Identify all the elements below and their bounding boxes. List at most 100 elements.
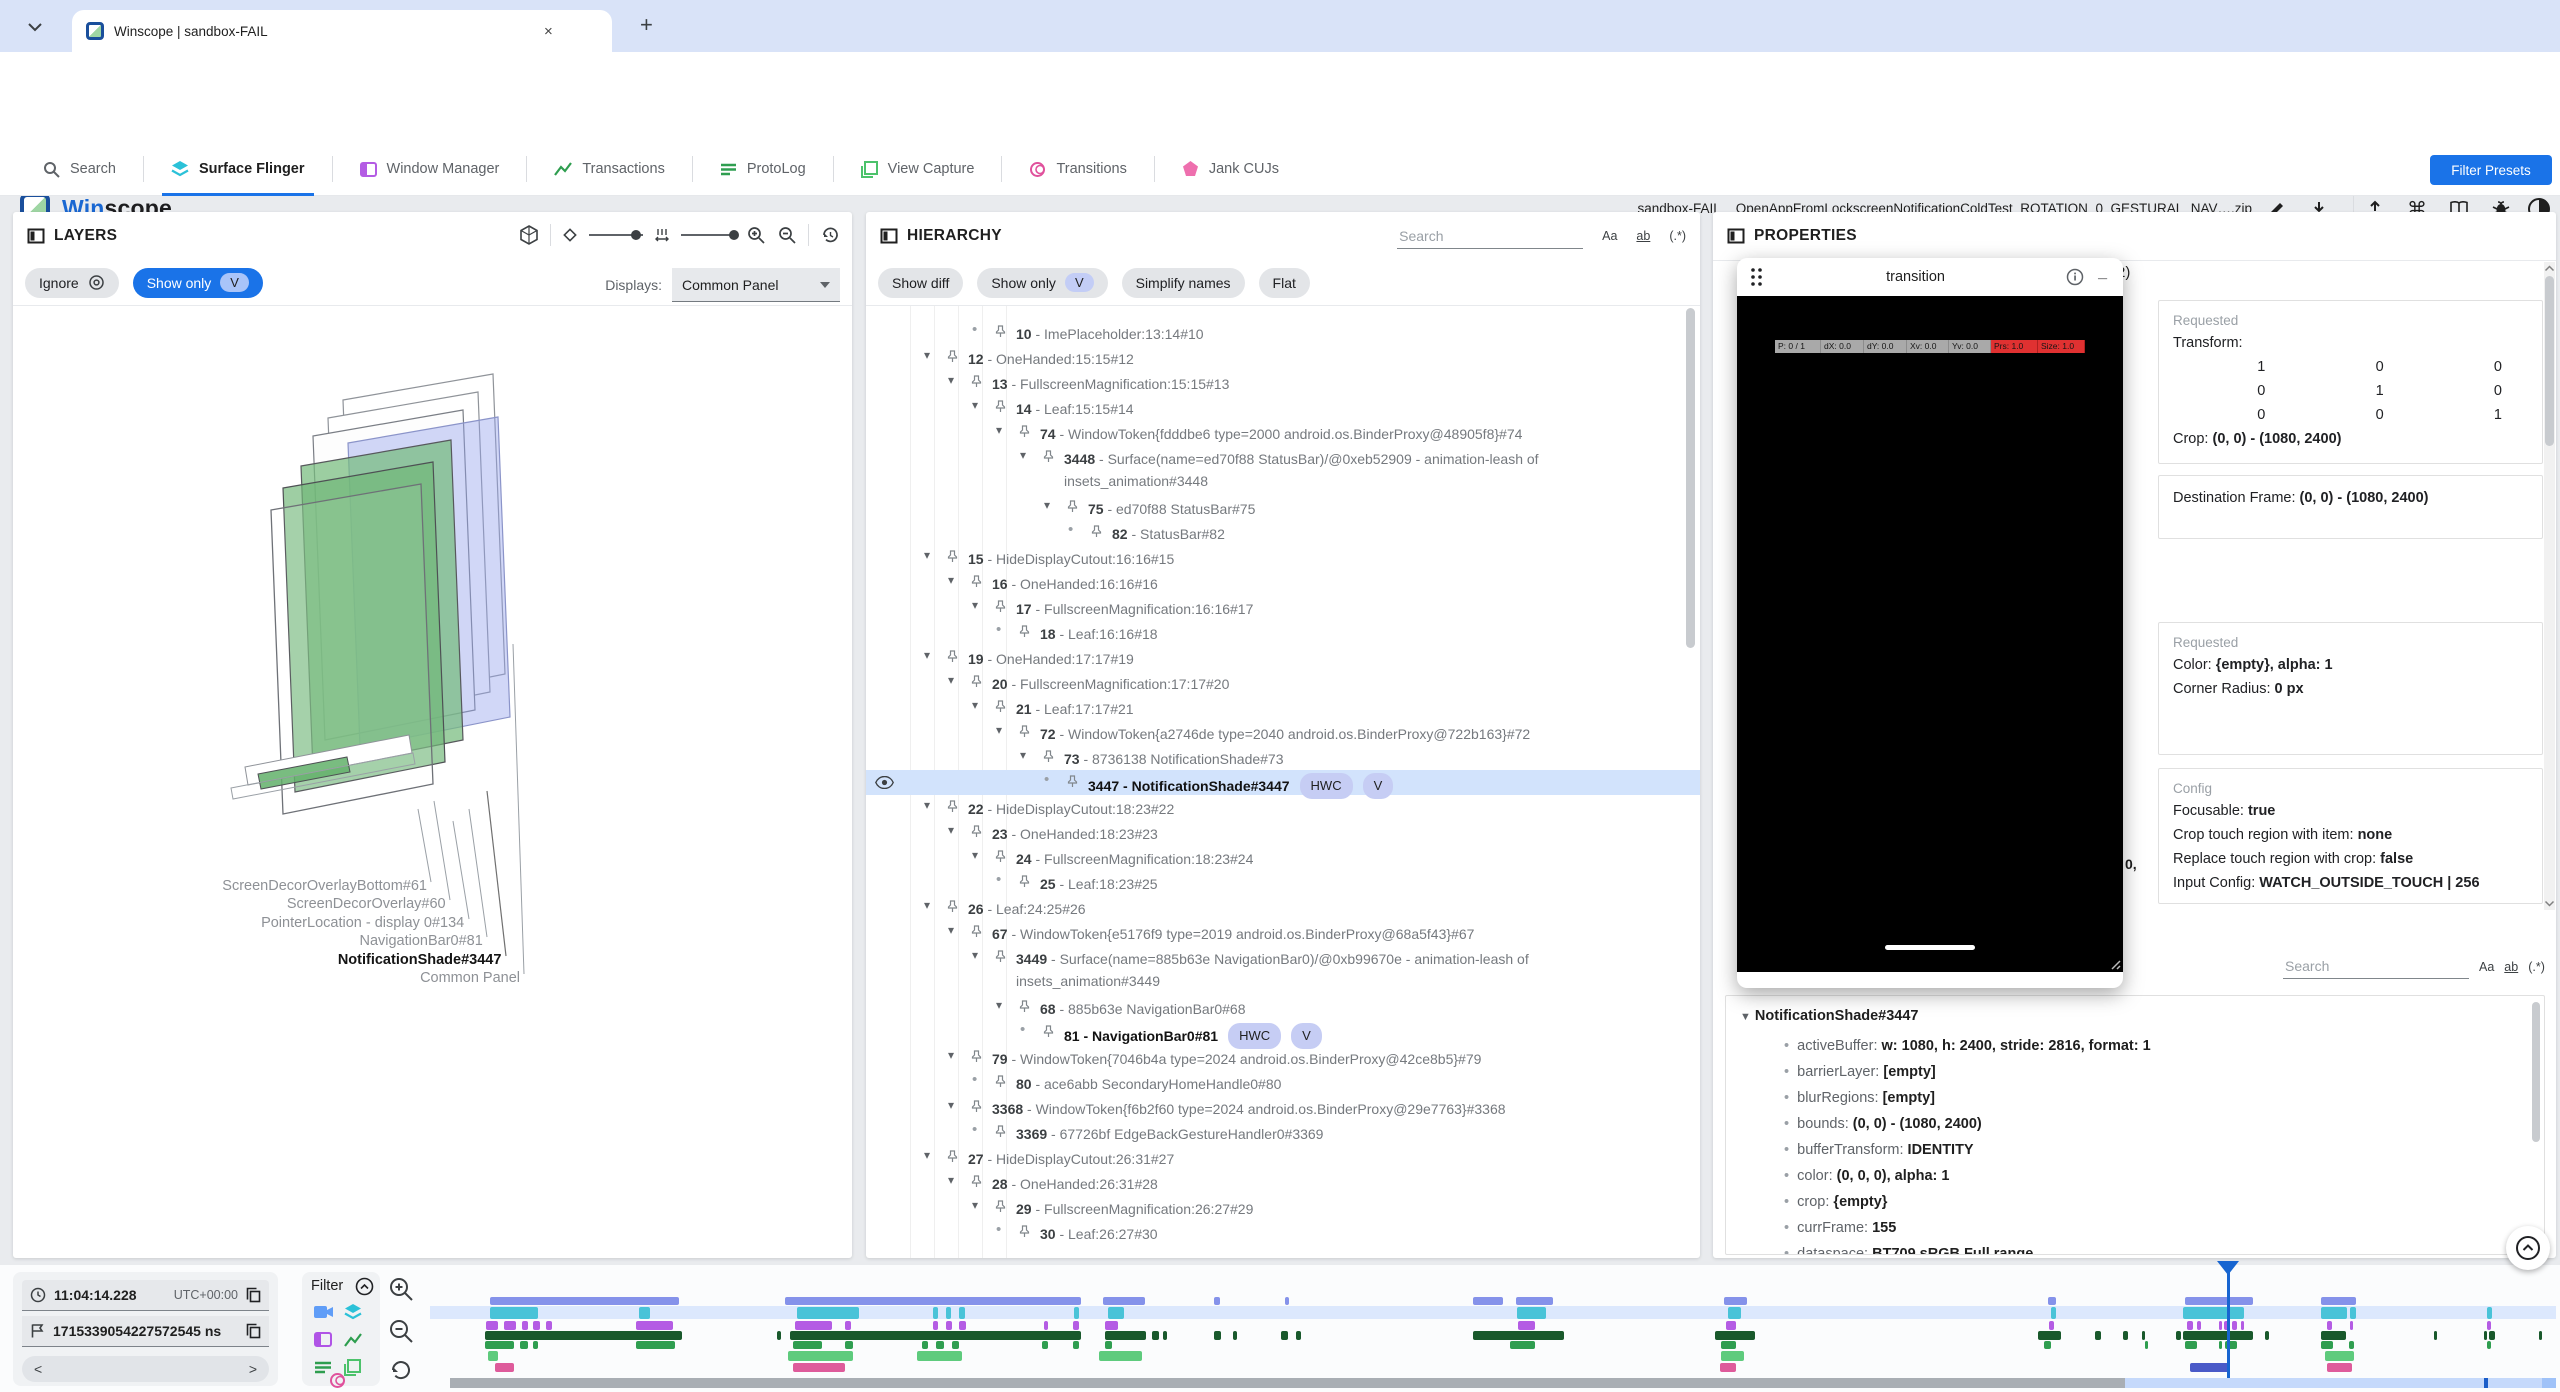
- 3d-view-icon[interactable]: [519, 225, 539, 245]
- info-icon[interactable]: [2066, 268, 2084, 286]
- tree-row-75[interactable]: ▾75 - ed70f88 StatusBar#75: [866, 495, 1700, 520]
- expand-arrow-icon[interactable]: ▾: [972, 1198, 978, 1212]
- tree-row-81[interactable]: •81 - NavigationBar0#81HWCV: [866, 1020, 1700, 1045]
- property-row-bufferTransform[interactable]: • bufferTransform: IDENTITY: [1784, 1142, 1974, 1158]
- tree-row-10[interactable]: •10 - ImePlaceholder:13:14#10: [866, 320, 1700, 345]
- expand-arrow-icon[interactable]: ▾: [996, 998, 1002, 1012]
- tree-row-14[interactable]: ▾14 - Leaf:15:15#14: [866, 395, 1700, 420]
- tree-row-3368[interactable]: ▾3368 - WindowToken{f6b2f60 type=2024 an…: [866, 1095, 1700, 1120]
- expand-arrow-icon[interactable]: ▾: [924, 798, 930, 812]
- tree-row-28[interactable]: ▾28 - OneHanded:26:31#28: [866, 1170, 1700, 1195]
- expand-arrow-icon[interactable]: ▾: [948, 573, 954, 587]
- tree-row-68[interactable]: ▾68 - 885b63e NavigationBar0#68: [866, 995, 1700, 1020]
- expand-arrow-icon[interactable]: ▾: [924, 548, 930, 562]
- chip-show-diff[interactable]: Show diff: [878, 268, 963, 298]
- tab-jank-cujs[interactable]: Jank CUJs: [1155, 142, 1306, 196]
- property-row-activeBuffer[interactable]: • activeBuffer: w: 1080, h: 2400, stride…: [1784, 1038, 2151, 1054]
- tab-search-button[interactable]: [18, 12, 52, 42]
- copy-icon[interactable]: [246, 1323, 261, 1339]
- expand-arrow-icon[interactable]: ▾: [1020, 448, 1026, 462]
- tree-row-26[interactable]: ▾26 - Leaf:24:25#26: [866, 895, 1700, 920]
- hierarchy-scrollbar[interactable]: [1686, 308, 1695, 648]
- expand-arrow-icon[interactable]: ▾: [924, 648, 930, 662]
- view-capture-track-icon[interactable]: [344, 1359, 361, 1376]
- tree-row-27[interactable]: ▾27 - HideDisplayCutout:26:31#27: [866, 1145, 1700, 1170]
- property-row-currFrame[interactable]: • currFrame: 155: [1784, 1220, 1896, 1236]
- tree-row-3369[interactable]: •3369 - 67726bf EdgeBackGestureHandler0#…: [866, 1120, 1700, 1145]
- filter-collapse-icon[interactable]: [355, 1277, 374, 1296]
- expand-arrow-icon[interactable]: ▾: [924, 1148, 930, 1162]
- property-row-blurRegions[interactable]: • blurRegions: [empty]: [1784, 1090, 1935, 1106]
- property-row-bounds[interactable]: • bounds: (0, 0) - (1080, 2400): [1784, 1116, 1982, 1132]
- reset-view-icon[interactable]: [820, 225, 840, 245]
- match-case-icon[interactable]: Aa: [1602, 229, 1617, 243]
- tree-row-20[interactable]: ▾20 - FullscreenMagnification:17:17#20: [866, 670, 1700, 695]
- timeline-zoom-in-icon[interactable]: [388, 1276, 414, 1302]
- layers-3d-canvas[interactable]: [13, 312, 852, 1258]
- tab-close-icon[interactable]: ×: [544, 23, 553, 40]
- transitions-track-icon[interactable]: [329, 1372, 346, 1389]
- tree-row-12[interactable]: ▾12 - OneHanded:15:15#12: [866, 345, 1700, 370]
- regex-icon[interactable]: (.*): [1669, 229, 1686, 243]
- tab-search[interactable]: Search: [16, 142, 143, 196]
- property-row-color[interactable]: • color: (0, 0, 0), alpha: 1: [1784, 1168, 1949, 1184]
- panel-collapse-icon[interactable]: [1727, 227, 1745, 245]
- expand-arrow-icon[interactable]: ▾: [972, 848, 978, 862]
- timeline-zoom-out-icon[interactable]: [388, 1318, 414, 1344]
- tree-row-67[interactable]: ▾67 - WindowToken{e5176f9 type=2019 andr…: [866, 920, 1700, 945]
- tree-row-17[interactable]: ▾17 - FullscreenMagnification:16:16#17: [866, 595, 1700, 620]
- expand-arrow-icon[interactable]: ▾: [948, 373, 954, 387]
- copy-icon[interactable]: [246, 1287, 261, 1303]
- tree-row-3447[interactable]: •3447 - NotificationShade#3447HWCV: [866, 770, 1700, 795]
- match-word-icon[interactable]: ab: [1636, 229, 1650, 243]
- chip-show-only[interactable]: Show onlyV: [977, 268, 1107, 298]
- screen-recording-track-icon[interactable]: [314, 1305, 333, 1319]
- visibility-icon[interactable]: [875, 776, 894, 789]
- tab-protolog[interactable]: ProtoLog: [693, 142, 833, 196]
- expand-arrow-icon[interactable]: ▾: [972, 948, 978, 962]
- tree-row-18[interactable]: •18 - Leaf:16:16#18: [866, 620, 1700, 645]
- expand-arrow-icon[interactable]: ▾: [948, 1098, 954, 1112]
- tree-row-15[interactable]: ▾15 - HideDisplayCutout:16:16#15: [866, 545, 1700, 570]
- expand-arrow-icon[interactable]: ▾: [948, 1173, 954, 1187]
- tab-transactions[interactable]: Transactions: [527, 142, 691, 196]
- tree-row-73[interactable]: ▾73 - 8736138 NotificationShade#73: [866, 745, 1700, 770]
- timeline-reset-zoom-icon[interactable]: [389, 1358, 413, 1382]
- tree-row-74[interactable]: ▾74 - WindowToken{fdddbe6 type=2000 andr…: [866, 420, 1700, 445]
- hierarchy-search-input[interactable]: [1397, 224, 1583, 249]
- tree-row-79[interactable]: ▾79 - WindowToken{7046b4a type=2024 andr…: [866, 1045, 1700, 1070]
- filter-presets-button[interactable]: Filter Presets: [2430, 155, 2552, 185]
- minimize-icon[interactable]: _: [2098, 264, 2107, 282]
- tree-row-25[interactable]: •25 - Leaf:18:23#25: [866, 870, 1700, 895]
- zoom-in-icon[interactable]: [746, 225, 766, 245]
- screenshot-overlay-window[interactable]: transition _ P: 0 / 1dX: 0.0dY: 0.0Xv: 0…: [1737, 258, 2123, 988]
- tree-row-13[interactable]: ▾13 - FullscreenMagnification:15:15#13: [866, 370, 1700, 395]
- tree-row-23[interactable]: ▾23 - OneHanded:18:23#23: [866, 820, 1700, 845]
- property-row-barrierLayer[interactable]: • barrierLayer: [empty]: [1784, 1064, 1936, 1080]
- drag-handle-icon[interactable]: [1749, 266, 1765, 288]
- tab-surface-flinger[interactable]: Surface Flinger: [144, 142, 332, 196]
- scroll-top-button[interactable]: [2506, 1226, 2550, 1270]
- pager-prev-icon[interactable]: <: [34, 1361, 42, 1377]
- properties-search-input[interactable]: [2283, 954, 2469, 979]
- resize-handle[interactable]: [2107, 956, 2121, 970]
- tree-row-21[interactable]: ▾21 - Leaf:17:17#21: [866, 695, 1700, 720]
- tree-row-22[interactable]: ▾22 - HideDisplayCutout:18:23#22: [866, 795, 1700, 820]
- expand-arrow-icon[interactable]: ▾: [972, 398, 978, 412]
- panel-collapse-icon[interactable]: [27, 227, 45, 245]
- tree-row-30[interactable]: •30 - Leaf:26:27#30: [866, 1220, 1700, 1245]
- property-row-crop[interactable]: • crop: {empty}: [1784, 1194, 1887, 1210]
- tree-row-82[interactable]: •82 - StatusBar#82: [866, 520, 1700, 545]
- property-row-dataspace[interactable]: • dataspace: BT709 sRGB Full range: [1784, 1246, 2033, 1255]
- match-word-icon[interactable]: ab: [2504, 960, 2518, 974]
- expand-arrow-icon[interactable]: ▾: [972, 598, 978, 612]
- pager-next-icon[interactable]: >: [249, 1361, 257, 1377]
- tree-row-3448[interactable]: ▾3448 - Surface(name=ed70f88 StatusBar)/…: [866, 445, 1700, 495]
- tree-row-19[interactable]: ▾19 - OneHanded:17:17#19: [866, 645, 1700, 670]
- timeline-pager[interactable]: < >: [22, 1356, 269, 1382]
- tab-transitions[interactable]: Transitions: [1002, 142, 1153, 196]
- ignore-chip[interactable]: Ignore: [25, 268, 119, 298]
- expand-arrow-icon[interactable]: ▾: [948, 1048, 954, 1062]
- transactions-track-icon[interactable]: [344, 1333, 363, 1347]
- property-list-scrollbar[interactable]: [2532, 1002, 2540, 1142]
